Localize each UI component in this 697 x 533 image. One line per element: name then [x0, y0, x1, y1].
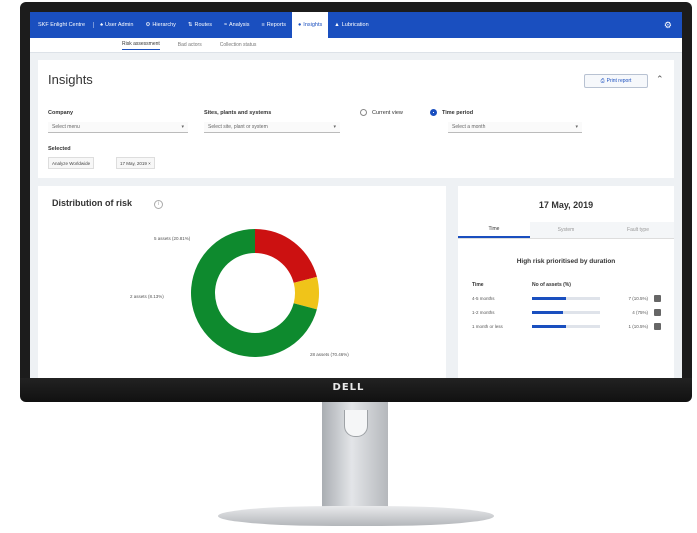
duration-bar [532, 324, 600, 328]
selected-label: Selected [48, 146, 71, 152]
nav-reports[interactable]: ≡ Reports [255, 12, 291, 38]
page-title: Insights [48, 72, 93, 87]
brand-logo: DELL [332, 382, 365, 393]
col-time: Time [472, 282, 484, 288]
sub-navigation: Risk assessment Bad actors Collection st… [30, 38, 682, 53]
printer-icon: ⎙ [600, 78, 605, 84]
sites-label: Sites, plants and systems [204, 110, 272, 116]
distribution-title: Distribution of risk [52, 198, 133, 208]
row-action-icon[interactable] [654, 308, 661, 316]
duration-row: 1 month or less 1 (10.5%) [472, 320, 668, 332]
time-period-radio[interactable] [430, 109, 437, 116]
selected-date: 17 May, 2019 [538, 200, 594, 210]
sites-select[interactable]: Select site, plant or system ▾ [204, 122, 340, 133]
label-medium-risk: 2 assets (8.13%) [130, 294, 164, 299]
duration-row: 1-2 months 4 (75%) [472, 306, 668, 318]
reports-icon: ≡ [261, 22, 265, 28]
company-label: Company [48, 110, 74, 116]
tab-bad-actors[interactable]: Bad actors [178, 42, 202, 48]
nav-user-admin[interactable]: ♠ User Admin [94, 12, 139, 38]
tab-risk-assessment[interactable]: Risk assessment [122, 41, 160, 50]
top-navigation: SKF Enlight Centre ♠ User Admin ⚙ Hierarch… [30, 12, 682, 38]
insights-icon: ● [297, 22, 302, 28]
selected-chip-company[interactable]: Analyze Worldwide [48, 157, 95, 169]
detail-tabs: Time System Fault type [458, 222, 674, 239]
col-assets: No of assets (%) [532, 282, 571, 288]
chevron-up-icon[interactable]: ⌃ [656, 74, 664, 85]
print-report-button[interactable]: ⎙ Print report [584, 74, 648, 88]
chevron-down-icon: ▾ [181, 124, 184, 130]
gear-icon[interactable]: ⚙ [654, 20, 682, 31]
tab-collection-status[interactable]: Collection status [220, 42, 257, 48]
row-action-icon[interactable] [654, 322, 661, 330]
slice-high[interactable] [255, 229, 317, 283]
app-title[interactable]: SKF Enlight Centre [30, 22, 95, 28]
company-select[interactable]: Select menu ▾ [48, 122, 188, 133]
nav-hierarchy[interactable]: ⚙ Hierarchy [139, 12, 181, 38]
info-icon[interactable]: i [154, 200, 163, 209]
row-action-icon[interactable] [654, 294, 661, 302]
time-period-label: Time period [442, 110, 474, 116]
lubrication-icon: ▲ [334, 22, 340, 28]
nav-routes[interactable]: ⇅ Routes [182, 12, 218, 38]
user-icon: ♠ [100, 22, 103, 28]
chevron-down-icon: ▾ [333, 124, 336, 130]
duration-row: 4-5 months 7 (10.5%) [472, 292, 668, 304]
detail-heading: High risk prioritised by duration [516, 258, 616, 265]
risk-detail-panel: 17 May, 2019 Time System Fault type High… [458, 186, 674, 378]
hierarchy-icon: ⚙ [145, 22, 151, 28]
time-period-select[interactable]: Select a month ▾ [448, 122, 582, 133]
tab-time[interactable]: Time [458, 222, 530, 238]
tab-system[interactable]: System [530, 222, 602, 238]
nav-lubrication[interactable]: ▲ Lubrication [328, 12, 374, 38]
distribution-panel: Distribution of risk i 5 assets (20.81%)… [38, 186, 446, 378]
chevron-down-icon: ▾ [575, 124, 578, 130]
selected-chip-date[interactable]: 17 May, 2019 × [116, 157, 155, 169]
risk-donut-chart [191, 229, 319, 357]
duration-bar [532, 296, 600, 300]
duration-bar [532, 310, 600, 314]
label-high-risk: 5 assets (20.81%) [154, 236, 191, 241]
stand-cable-hole [344, 410, 368, 437]
monitor-base [218, 506, 494, 526]
insights-panel: Insights ⎙ Print report ⌃ Company Select … [38, 60, 674, 178]
tab-fault-type[interactable]: Fault type [602, 222, 674, 238]
current-view-label: Current view [372, 110, 403, 116]
nav-analysis[interactable]: ≈ Analysis [218, 12, 256, 38]
label-low-risk: 28 assets (70.46%) [310, 352, 349, 357]
screen: SKF Enlight Centre ♠ User Admin ⚙ Hierarch… [30, 12, 682, 378]
analysis-icon: ≈ [223, 22, 227, 28]
nav-insights[interactable]: ● Insights [291, 12, 329, 38]
routes-icon: ⇅ [187, 22, 193, 28]
current-view-radio[interactable] [360, 109, 367, 116]
